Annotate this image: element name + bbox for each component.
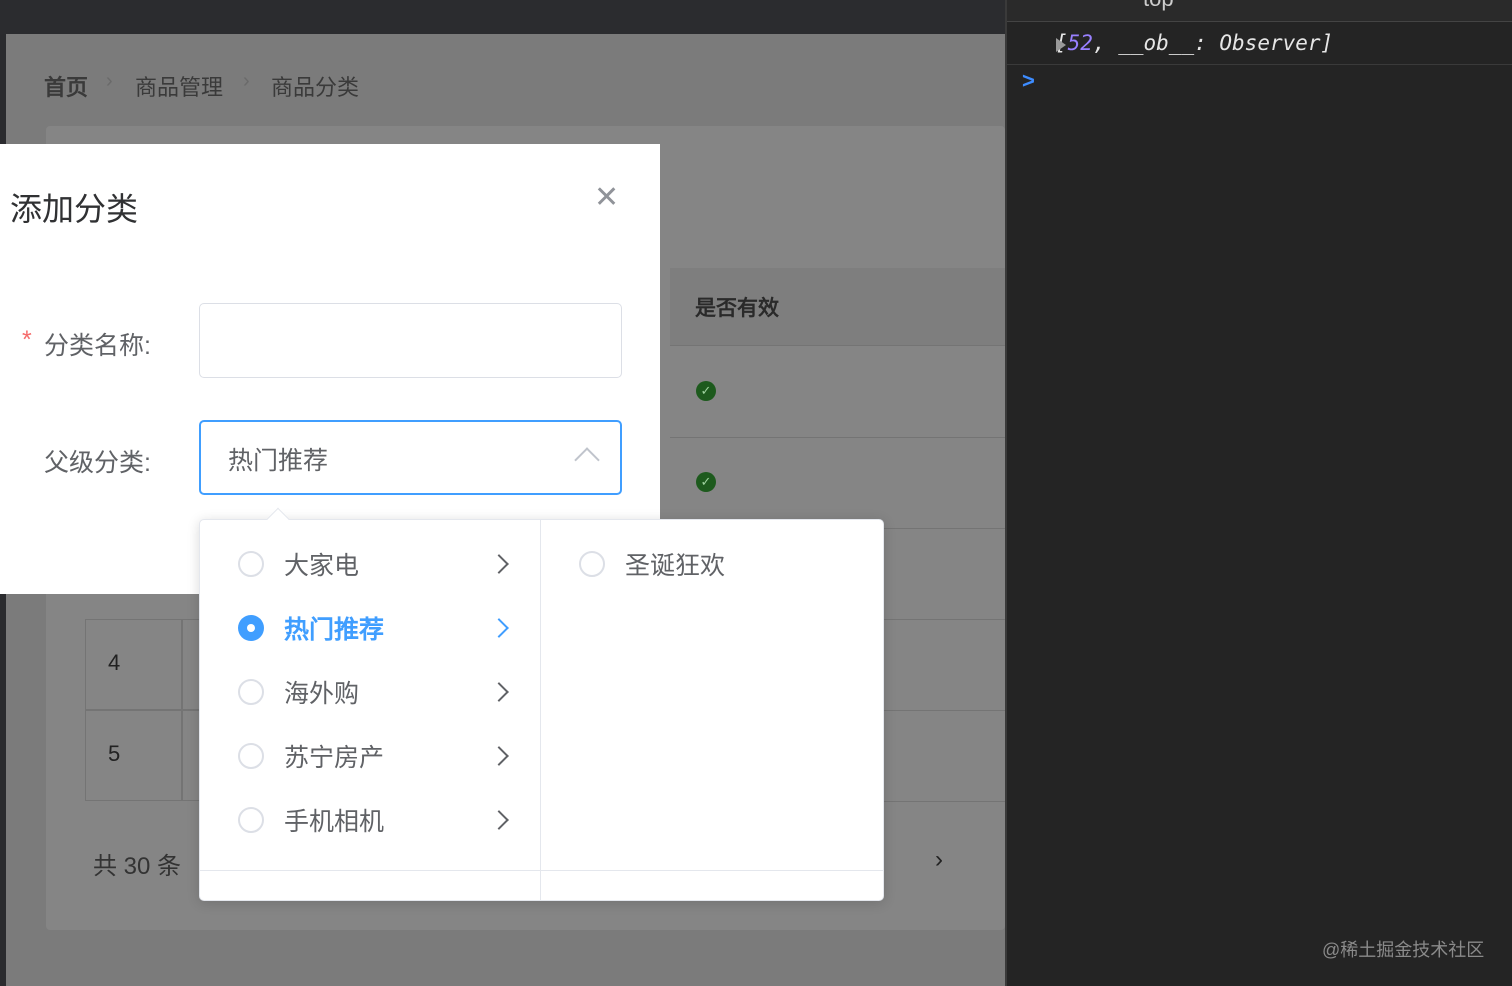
option-label: 圣诞狂欢 <box>625 552 726 580</box>
valid-check-icon: ✓ <box>696 472 716 492</box>
option-label: 苏宁房产 <box>284 744 385 772</box>
chevron-right-icon <box>489 682 509 702</box>
cascader-menu-level2: 圣诞狂欢 <box>579 532 879 596</box>
cascader-option[interactable]: 海外购 <box>238 660 540 724</box>
column-header-valid: 是否有效 <box>670 268 1005 346</box>
devtools-toolbar <box>1007 0 1512 22</box>
chevron-right-icon <box>489 810 509 830</box>
breadcrumb-goods: 商品管理 <box>135 75 224 100</box>
devtools-panel <box>1005 0 1512 986</box>
console-prompt[interactable]: > <box>1022 68 1035 94</box>
category-name-input[interactable] <box>199 303 622 378</box>
chevron-right-icon <box>489 618 509 638</box>
cascader-option-selected[interactable]: 热门推荐 <box>238 596 540 660</box>
category-name-label: 分类名称: <box>44 332 151 360</box>
table-cell-index: 4 <box>85 619 182 710</box>
radio-icon[interactable] <box>238 679 264 705</box>
chevron-right-icon <box>489 554 509 574</box>
menu-footer-line <box>200 870 883 871</box>
menu-divider <box>540 520 541 900</box>
cascader-option[interactable]: 圣诞狂欢 <box>579 532 879 596</box>
breadcrumb-home[interactable]: 首页 <box>44 70 88 102</box>
dialog-title: 添加分类 <box>10 191 139 227</box>
option-label: 海外购 <box>284 680 360 708</box>
parent-category-label: 父级分类: <box>44 449 151 477</box>
browser-top-bar <box>0 0 1005 34</box>
pagination-total: 共 30 条 <box>93 853 182 880</box>
expand-triangle-icon[interactable] <box>1056 38 1066 52</box>
cascader-value: 热门推荐 <box>228 447 329 475</box>
radio-checked-icon[interactable] <box>238 615 264 641</box>
close-icon[interactable]: ✕ <box>594 180 619 215</box>
cascader-option[interactable]: 大家电 <box>238 532 540 596</box>
breadcrumb-category: 商品分类 <box>271 75 360 100</box>
log-text: , __ob__: Observer] <box>1092 31 1334 55</box>
radio-icon[interactable] <box>238 551 264 577</box>
radio-icon[interactable] <box>579 551 605 577</box>
radio-icon[interactable] <box>238 807 264 833</box>
option-label: 手机相机 <box>284 808 385 836</box>
breadcrumb-separator: › <box>243 70 250 92</box>
radio-icon[interactable] <box>238 743 264 769</box>
row-divider <box>670 437 1005 438</box>
option-label: 大家电 <box>284 552 360 580</box>
option-label: 热门推荐 <box>284 616 385 644</box>
chevron-right-icon <box>489 746 509 766</box>
cascader-option[interactable]: 苏宁房产 <box>238 724 540 788</box>
required-star: * <box>22 326 32 354</box>
context-selector[interactable]: top <box>1143 0 1174 12</box>
cascader-menu-level1: 大家电 热门推荐 海外购 苏宁房产 手机相机 <box>238 532 540 852</box>
valid-check-icon: ✓ <box>696 381 716 401</box>
cascader-option[interactable]: 手机相机 <box>238 788 540 852</box>
pagination-next-icon[interactable]: › <box>935 846 943 874</box>
table-cell-index: 5 <box>85 710 182 801</box>
watermark: @稀土掘金技术社区 <box>1322 940 1485 960</box>
breadcrumb-separator: › <box>106 70 113 92</box>
log-number: 52 <box>1067 31 1093 55</box>
console-log-entry[interactable]: [52, __ob__: Observer] <box>1007 23 1512 65</box>
